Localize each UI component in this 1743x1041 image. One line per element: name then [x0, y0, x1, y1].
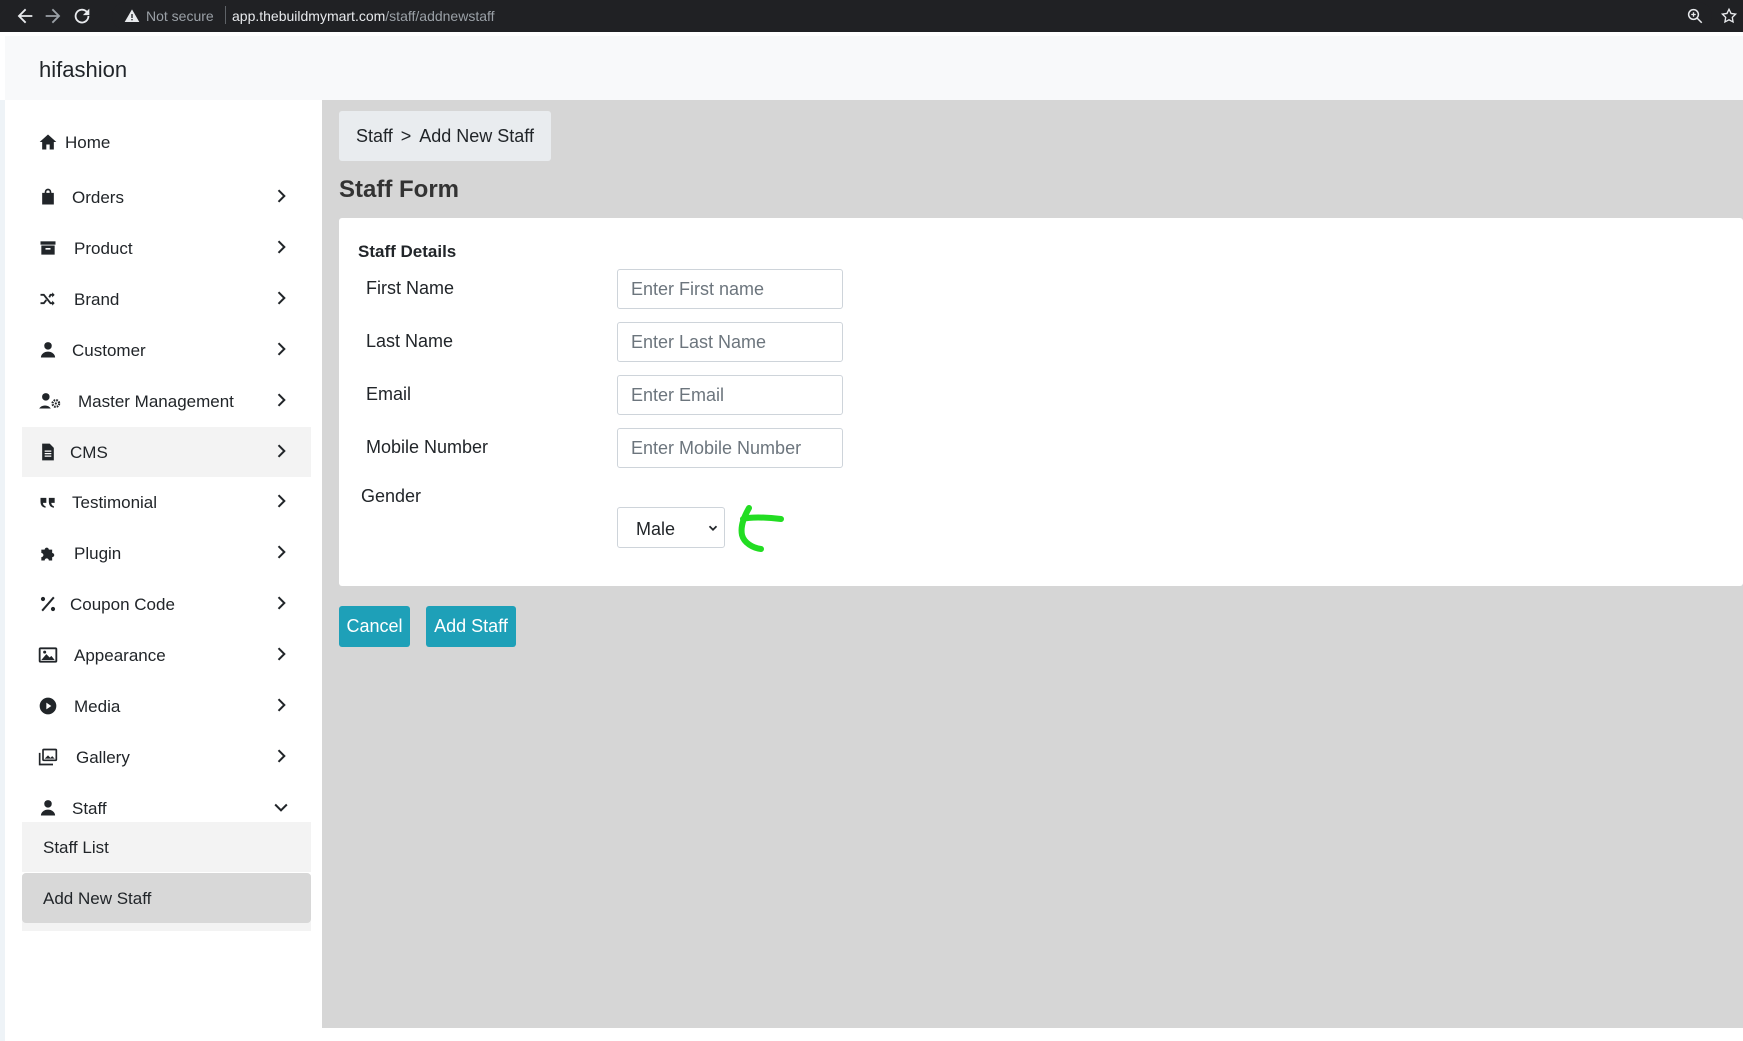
- warning-icon: [124, 8, 140, 24]
- shuffle-icon: [38, 289, 58, 309]
- sidebar-item-label: Orders: [72, 188, 124, 207]
- gender-label: Gender: [361, 486, 422, 506]
- address-divider: [225, 6, 226, 24]
- sidebar: Home Orders Product Brand Customer Maste…: [5, 100, 322, 1041]
- chevron-right-icon: [271, 746, 291, 766]
- email-label: Email: [366, 384, 412, 404]
- forward-icon[interactable]: [42, 5, 64, 27]
- sidebar-item-appearance[interactable]: Appearance: [22, 630, 311, 680]
- page-title: Staff Form: [339, 176, 459, 203]
- sidebar-item-orders[interactable]: Orders: [22, 172, 311, 222]
- sidebar-item-label: Brand: [74, 290, 120, 309]
- sidebar-item-master-management[interactable]: Master Management: [22, 376, 311, 426]
- mobile-number-label: Mobile Number: [366, 437, 489, 457]
- images-icon: [38, 747, 58, 767]
- cancel-button[interactable]: Cancel: [339, 606, 410, 647]
- file-icon: [38, 442, 58, 462]
- gender-selected-value: Male: [636, 519, 676, 539]
- sidebar-item-label: Master Management: [78, 392, 234, 411]
- chevron-right-icon: [271, 593, 291, 613]
- chevron-right-icon: [271, 186, 291, 206]
- last-name-label: Last Name: [366, 331, 454, 351]
- section-title: Staff Details: [358, 242, 457, 261]
- image-icon: [38, 645, 58, 665]
- sidebar-item-label: Media: [74, 697, 121, 716]
- first-name-input[interactable]: [617, 269, 843, 309]
- url-host: app.thebuildmymart.com: [232, 8, 386, 24]
- percent-icon: [38, 594, 58, 614]
- chevron-right-icon: [271, 542, 291, 562]
- sidebar-item-label: Appearance: [74, 646, 166, 665]
- url-text: app.thebuildmymart.com/staff/addnewstaff: [232, 8, 495, 24]
- sidebar-item-label: Coupon Code: [70, 595, 175, 614]
- reload-icon[interactable]: [71, 5, 93, 27]
- puzzle-icon: [38, 543, 58, 563]
- sidebar-item-label: Testimonial: [72, 493, 158, 512]
- sidebar-subitem-label: Staff List: [43, 838, 109, 857]
- back-icon[interactable]: [14, 5, 36, 27]
- chevron-right-icon: [271, 390, 291, 410]
- page-bottom-edge: [322, 1028, 1743, 1041]
- sidebar-subitem-staff-list[interactable]: Staff List: [22, 822, 311, 872]
- sidebar-item-brand[interactable]: Brand: [22, 274, 311, 324]
- chevron-right-icon: [271, 441, 291, 461]
- breadcrumb-separator: >: [400, 126, 412, 146]
- sidebar-item-label: CMS: [70, 443, 108, 462]
- user-icon: [38, 798, 58, 818]
- play-circle-icon: [38, 696, 58, 716]
- chevron-right-icon: [271, 644, 291, 664]
- chevron-right-icon: [271, 237, 291, 257]
- sidebar-item-label: Plugin: [74, 544, 122, 563]
- sidebar-item-label: Home: [65, 133, 111, 152]
- sidebar-item-label: Customer: [72, 341, 146, 360]
- chevron-right-icon: [271, 288, 291, 308]
- sidebar-subitem-label: Add New Staff: [43, 889, 152, 908]
- quote-icon: [38, 492, 58, 512]
- sidebar-item-cms[interactable]: CMS: [22, 427, 311, 477]
- zoom-icon[interactable]: [1686, 7, 1704, 25]
- bookmark-star-icon[interactable]: [1720, 7, 1738, 25]
- chevron-down-icon: [706, 521, 720, 535]
- breadcrumb-parent[interactable]: Staff: [356, 126, 393, 146]
- chevron-right-icon: [271, 491, 291, 511]
- sidebar-item-gallery[interactable]: Gallery: [22, 732, 311, 782]
- sidebar-item-product[interactable]: Product: [22, 223, 311, 273]
- mobile-number-input[interactable]: [617, 428, 843, 468]
- sidebar-item-media[interactable]: Media: [22, 681, 311, 731]
- home-icon: [38, 132, 58, 152]
- email-input[interactable]: [617, 375, 843, 415]
- sidebar-item-customer[interactable]: Customer: [22, 325, 311, 375]
- browser-toolbar: Not secure app.thebuildmymart.com/staff/…: [0, 0, 1743, 32]
- sidebar-item-coupon-code[interactable]: Coupon Code: [22, 579, 311, 629]
- shopping-bag-icon: [38, 187, 58, 207]
- user-icon: [38, 340, 58, 360]
- annotation-arrow-icon: [735, 505, 787, 553]
- sidebar-item-label: Product: [74, 239, 133, 258]
- staff-form-card: Staff Details First Name Last Name Email…: [339, 218, 1743, 586]
- chevron-right-icon: [271, 339, 291, 359]
- first-name-label: First Name: [366, 278, 455, 298]
- sidebar-item-label: Gallery: [76, 748, 130, 767]
- sidebar-item-home[interactable]: Home: [22, 117, 311, 167]
- last-name-input[interactable]: [617, 322, 843, 362]
- security-label: Not secure: [146, 8, 214, 24]
- gender-select[interactable]: Male: [617, 507, 725, 548]
- main-content: Staff > Add New Staff Staff Form Staff Det…: [322, 100, 1743, 1028]
- url-path: /staff/addnewstaff: [385, 8, 495, 24]
- breadcrumb: Staff > Add New Staff: [339, 111, 551, 161]
- sidebar-item-label: Staff: [72, 799, 107, 818]
- chevron-right-icon: [271, 695, 291, 715]
- sidebar-item-testimonial[interactable]: Testimonial: [22, 477, 311, 527]
- archive-icon: [38, 238, 58, 258]
- add-staff-button[interactable]: Add Staff: [426, 606, 516, 647]
- sidebar-item-plugin[interactable]: Plugin: [22, 528, 311, 578]
- chevron-down-icon: [271, 797, 291, 817]
- brand-name[interactable]: hifashion: [39, 57, 127, 83]
- address-bar[interactable]: Not secure app.thebuildmymart.com/staff/…: [112, 2, 1712, 30]
- top-navbar: hifashion: [5, 36, 1743, 100]
- user-gear-icon: [38, 391, 62, 411]
- breadcrumb-current: Add New Staff: [419, 126, 534, 146]
- sidebar-subitem-add-new-staff[interactable]: Add New Staff: [22, 873, 311, 923]
